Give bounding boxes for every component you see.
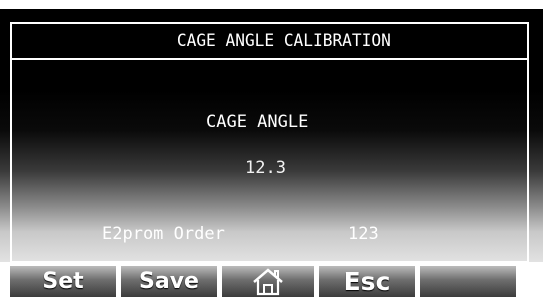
- e2prom-order-value: 123: [348, 224, 379, 244]
- set-button[interactable]: Set: [10, 266, 116, 297]
- title-bar: CAGE ANGLE CALIBRATION: [12, 24, 527, 60]
- cage-angle-value[interactable]: 12.3: [245, 158, 286, 178]
- screen-border: CAGE ANGLE CALIBRATION: [10, 22, 529, 263]
- esc-button-label: Esc: [343, 267, 391, 296]
- top-edge: [0, 0, 543, 9]
- esc-button[interactable]: Esc: [319, 266, 415, 297]
- e2prom-order-label: E2prom Order: [102, 224, 225, 244]
- page-title: CAGE ANGLE CALIBRATION: [176, 31, 391, 51]
- save-button[interactable]: Save: [121, 266, 217, 297]
- home-button[interactable]: [222, 266, 314, 297]
- set-button-label: Set: [42, 269, 84, 294]
- lcd-screen: CAGE ANGLE CALIBRATION CAGE ANGLE 12.3 E…: [0, 9, 543, 263]
- device-display: CAGE ANGLE CALIBRATION CAGE ANGLE 12.3 E…: [0, 0, 543, 297]
- home-icon: [251, 267, 285, 296]
- cage-angle-label: CAGE ANGLE: [206, 112, 309, 132]
- save-button-label: Save: [139, 269, 199, 294]
- blank-softkey[interactable]: [420, 266, 516, 297]
- softkey-bar: Set Save Esc: [0, 262, 543, 297]
